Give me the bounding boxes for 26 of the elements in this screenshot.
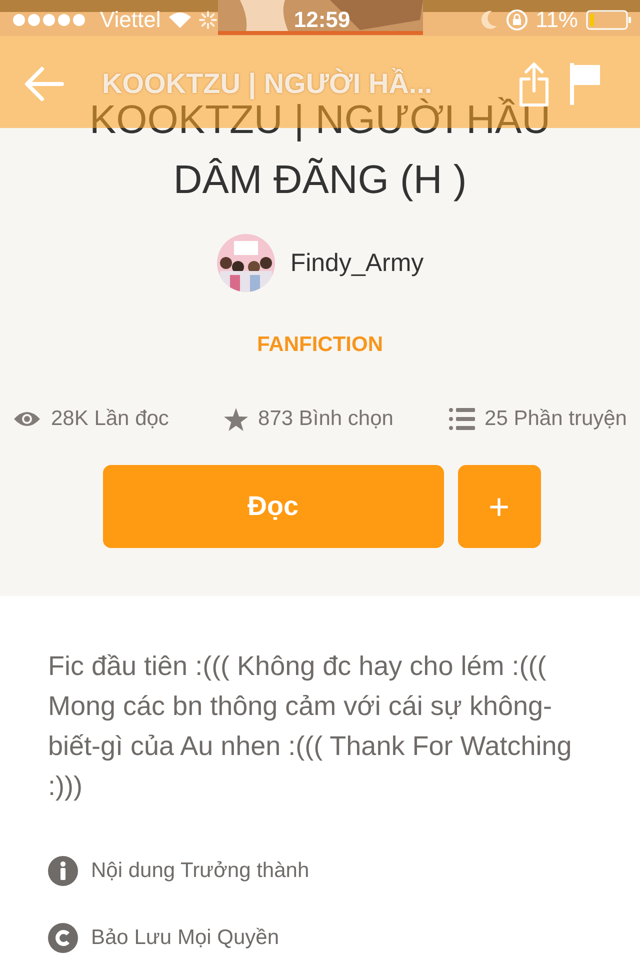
rotation-lock-icon bbox=[506, 9, 528, 31]
moon-icon bbox=[480, 10, 498, 30]
note-text: Nội dung Trưởng thành bbox=[91, 859, 310, 883]
star-icon bbox=[224, 408, 248, 430]
copyright-icon bbox=[48, 923, 78, 953]
stat-text: 28K Lần đọc bbox=[51, 407, 169, 431]
wifi-icon bbox=[168, 12, 191, 28]
clock: 12:59 bbox=[294, 7, 350, 33]
description: Fic đầu tiên :((( Không đc hay cho lém :((( Mong các bn thông cảm với cái sự không-biết-gì của Au nhen :((( Thank For Watching :))) bbox=[48, 650, 573, 803]
back-button[interactable] bbox=[24, 66, 64, 102]
report-button[interactable] bbox=[570, 63, 600, 105]
battery-percent: 11% bbox=[536, 7, 578, 33]
battery-icon bbox=[586, 10, 632, 30]
nav-title: KOOKTZU | NGƯỜI HẦ... bbox=[102, 68, 432, 100]
eye-icon bbox=[13, 410, 41, 428]
stat-text: 873 Bình chọn bbox=[258, 407, 394, 431]
note-text: Bảo Lưu Mọi Quyền bbox=[91, 926, 279, 950]
author-name[interactable]: Findy_Army bbox=[290, 248, 424, 278]
list-icon bbox=[448, 408, 475, 430]
category-label[interactable]: FANFICTION bbox=[257, 333, 383, 357]
carrier-name: Viettel bbox=[100, 7, 161, 33]
info-icon bbox=[48, 856, 78, 886]
add-button[interactable]: + bbox=[458, 465, 540, 548]
spinner-icon bbox=[198, 11, 217, 29]
read-button[interactable]: Đọc bbox=[102, 465, 444, 548]
stat-text: 25 Phần truyện bbox=[484, 407, 627, 431]
